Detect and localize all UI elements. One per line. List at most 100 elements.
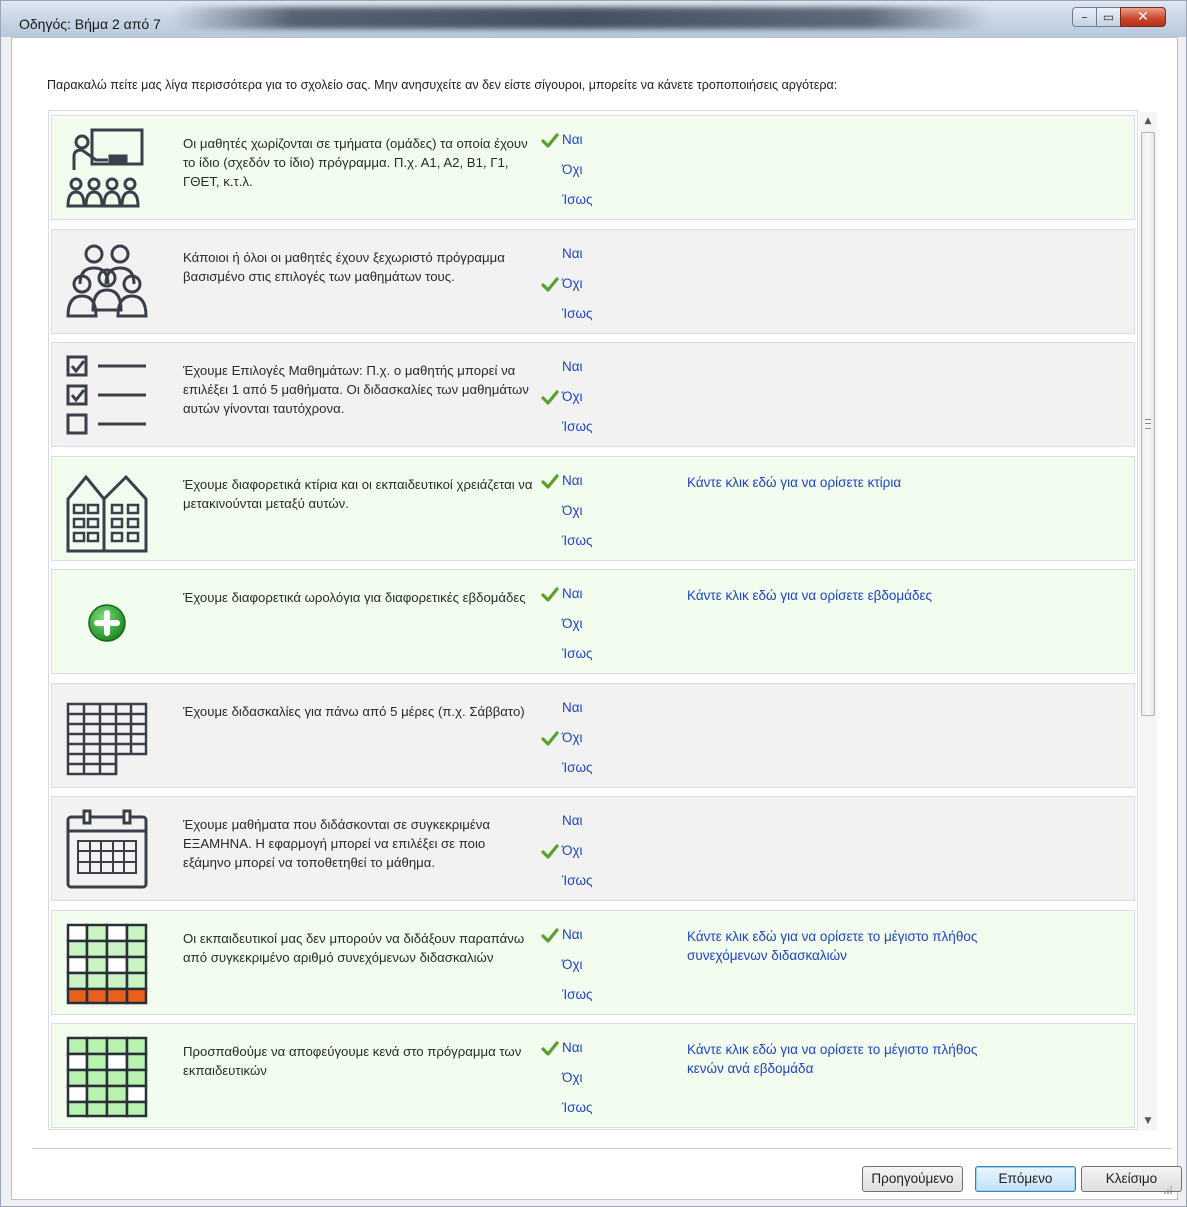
option-maybe[interactable]: Ίσως	[541, 304, 631, 326]
question-text: Έχουμε διαφορετικά κτίρια και οι εκπαιδε…	[183, 476, 533, 511]
option-label: Ίσως	[562, 759, 593, 775]
option-no[interactable]: Όχι	[541, 274, 631, 296]
buildings-icon	[64, 467, 150, 553]
option-label: Όχι	[562, 843, 583, 858]
option-label: Όχι	[562, 502, 583, 518]
scrollbar-grip-icon	[1145, 419, 1151, 429]
question-text: Προσπαθούμε να αποφεύγουμε κενά στο πρόγ…	[183, 1044, 522, 1078]
option-maybe[interactable]: Ίσως	[541, 531, 631, 553]
option-label: Ίσως	[562, 646, 593, 661]
option-label: Ίσως	[562, 305, 593, 321]
checkmark-icon	[541, 926, 559, 944]
scrollbar-thumb[interactable]	[1141, 132, 1155, 716]
option-maybe[interactable]: Ίσως	[541, 985, 631, 1007]
option-label: Ναι	[562, 132, 583, 147]
question-row: Έχουμε διδασκαλίες για πάνω από 5 μέρες …	[51, 682, 1135, 788]
gaps-grid-icon	[64, 1034, 150, 1120]
option-no[interactable]: Όχι	[541, 1068, 631, 1090]
option-label: Όχι	[562, 729, 583, 745]
question-row: Έχουμε Επιλογές Μαθημάτων: Π.χ. ο μαθητή…	[51, 342, 1135, 447]
option-maybe[interactable]: Ίσως	[541, 1098, 631, 1120]
option-label: Όχι	[562, 162, 583, 177]
checkmark-icon	[541, 842, 559, 860]
question-text: Οι μαθητές χωρίζονται σε τμήματα (ομάδες…	[183, 136, 528, 189]
option-no[interactable]: Όχι	[541, 841, 631, 863]
window-title: Οδηγός: Βήμα 2 από 7	[19, 16, 161, 32]
option-no[interactable]: Όχι	[541, 387, 631, 409]
question-text: Οι εκπαιδευτικοί μας δεν μπορούν να διδά…	[183, 930, 525, 965]
scroll-up-arrow-icon[interactable]: ▲	[1139, 112, 1157, 130]
option-maybe[interactable]: Ίσως	[541, 417, 631, 439]
option-yes[interactable]: Ναι	[541, 244, 631, 266]
week-grid-icon	[64, 694, 150, 780]
wizard-window: Οδηγός: Βήμα 2 από 7 – ▭ ✕ Παρακαλώ πείτ…	[0, 0, 1187, 1207]
window-controls: – ▭ ✕	[1072, 7, 1166, 27]
option-label: Όχι	[562, 956, 583, 972]
next-button[interactable]: Επόμενο	[975, 1166, 1076, 1192]
question-row: Κάποιοι ή όλοι οι μαθητές έχουν ξεχωριστ…	[51, 228, 1135, 334]
option-label: Όχι	[562, 389, 583, 404]
option-label: Ναι	[562, 699, 583, 715]
question-row: Έχουμε διαφορετικά κτίρια και οι εκπαιδε…	[51, 455, 1135, 561]
option-yes[interactable]: Ναι	[541, 471, 631, 493]
title-bar-background	[171, 7, 991, 29]
option-label: Ναι	[562, 813, 583, 828]
resize-grip-icon[interactable]	[1163, 1185, 1173, 1195]
close-window-button[interactable]: ✕	[1120, 7, 1166, 27]
option-label: Ίσως	[562, 532, 593, 548]
title-bar[interactable]: Οδηγός: Βήμα 2 από 7 – ▭ ✕	[1, 1, 1186, 37]
option-no[interactable]: Όχι	[541, 728, 631, 750]
option-yes[interactable]: Ναι	[541, 698, 631, 720]
consecutive-lessons-icon	[64, 921, 150, 1007]
option-no[interactable]: Όχι	[541, 160, 631, 182]
option-label: Ίσως	[562, 1100, 593, 1115]
checklist-icon	[64, 353, 150, 439]
previous-button[interactable]: Προηγούμενο	[862, 1166, 963, 1192]
option-label: Ίσως	[562, 419, 593, 434]
vertical-scrollbar[interactable]: ▲ ▼	[1139, 112, 1157, 1130]
checkmark-icon	[541, 388, 559, 406]
option-yes[interactable]: Ναι	[541, 357, 631, 379]
option-no[interactable]: Όχι	[541, 501, 631, 523]
option-maybe[interactable]: Ίσως	[541, 871, 631, 893]
option-yes[interactable]: Ναι	[541, 811, 631, 833]
minimize-button[interactable]: –	[1072, 7, 1097, 27]
scroll-down-arrow-icon[interactable]: ▼	[1139, 1112, 1157, 1130]
checkmark-icon	[541, 275, 559, 293]
question-row: Προσπαθούμε να αποφεύγουμε κενά στο πρόγ…	[51, 1023, 1135, 1128]
maximize-button[interactable]: ▭	[1096, 7, 1121, 27]
intro-text: Παρακαλώ πείτε μας λίγα περισσότερα για …	[47, 78, 838, 92]
option-label: Ναι	[562, 1040, 583, 1055]
configure-link[interactable]: Κάντε κλικ εδώ για να ορίσετε το μέγιστο…	[687, 1040, 997, 1078]
question-text: Έχουμε διδασκαλίες για πάνω από 5 μέρες …	[183, 703, 525, 719]
option-yes[interactable]: Ναι	[541, 1038, 631, 1060]
option-label: Ναι	[562, 472, 583, 488]
footer-separator	[32, 1148, 1172, 1149]
option-no[interactable]: Όχι	[541, 955, 631, 977]
configure-link[interactable]: Κάντε κλικ εδώ για να ορίσετε το μέγιστο…	[687, 927, 997, 965]
option-yes[interactable]: Ναι	[541, 925, 631, 947]
option-maybe[interactable]: Ίσως	[541, 644, 631, 666]
option-yes[interactable]: Ναι	[541, 130, 631, 152]
checkmark-icon	[541, 585, 559, 603]
option-label: Ναι	[562, 586, 583, 601]
option-label: Ναι	[562, 926, 583, 942]
question-text: Έχουμε Επιλογές Μαθημάτων: Π.χ. ο μαθητή…	[183, 363, 529, 416]
option-label: Ίσως	[562, 192, 593, 207]
question-text: Έχουμε μαθήματα που διδάσκονται σε συγκε…	[183, 817, 490, 870]
configure-link[interactable]: Κάντε κλικ εδώ για να ορίσετε εβδομάδες	[687, 586, 997, 605]
option-label: Ναι	[562, 359, 583, 374]
checkmark-icon	[541, 131, 559, 149]
option-label: Όχι	[562, 275, 583, 291]
option-no[interactable]: Όχι	[541, 614, 631, 636]
option-maybe[interactable]: Ίσως	[541, 190, 631, 212]
students-group-icon	[64, 240, 150, 326]
question-row: Οι μαθητές χωρίζονται σε τμήματα (ομάδες…	[51, 115, 1135, 220]
option-label: Όχι	[562, 1070, 583, 1085]
question-text: Κάποιοι ή όλοι οι μαθητές έχουν ξεχωριστ…	[183, 249, 505, 284]
option-yes[interactable]: Ναι	[541, 584, 631, 606]
add-plus-icon	[64, 580, 150, 666]
option-maybe[interactable]: Ίσως	[541, 758, 631, 780]
question-row: Οι εκπαιδευτικοί μας δεν μπορούν να διδά…	[51, 909, 1135, 1015]
configure-link[interactable]: Κάντε κλικ εδώ για να ορίσετε κτίρια	[687, 473, 997, 492]
